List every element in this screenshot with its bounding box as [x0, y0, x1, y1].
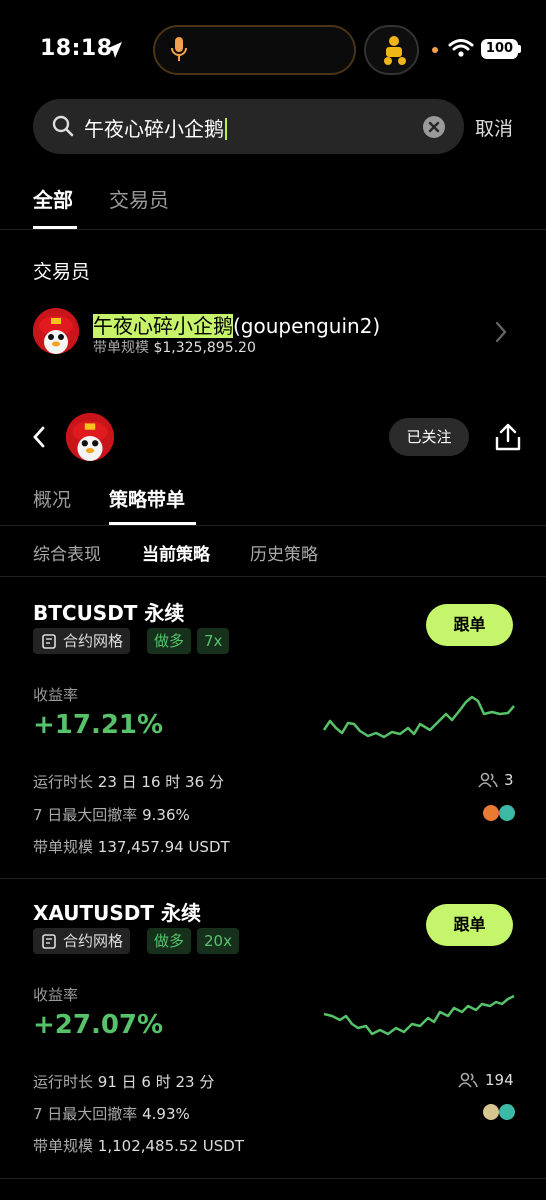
share-icon[interactable]	[494, 422, 522, 452]
trader-scale-value: $1,325,895.20	[153, 340, 256, 356]
drawdown-label: 7 日最大回撤率	[33, 1105, 138, 1123]
scale-label: 带单规模	[33, 838, 94, 856]
strategy-pair: BTCUSDT 永续	[33, 601, 185, 625]
drawdown-label: 7 日最大回撤率	[33, 806, 138, 824]
chevron-right-icon	[495, 321, 507, 343]
yield-value: +17.21%	[33, 710, 164, 740]
drawdown-value: 4.93%	[142, 1105, 190, 1123]
yield-label: 收益率	[33, 986, 79, 1004]
direction-tag: 做多	[147, 628, 192, 654]
gold-icon	[483, 1104, 499, 1120]
scale-row: 带单规模 137,457.94 USDT	[33, 836, 230, 857]
followers-icon	[458, 1072, 478, 1088]
avatar[interactable]	[33, 308, 79, 354]
tether-icon	[499, 1104, 515, 1120]
strategy-pair: XAUTUSDT 永续	[33, 901, 202, 925]
trader-name: 午夜心碎小企鹅(goupenguin2)	[93, 310, 380, 339]
privacy-indicator-dot	[432, 47, 438, 53]
strategy-type-tag: 合约网格	[33, 628, 131, 654]
trader-scale-label: 带单规模	[93, 340, 149, 356]
tab-all[interactable]: 全部	[33, 184, 73, 213]
followers-count: 3	[504, 771, 514, 789]
battery-icon: 100	[481, 39, 518, 59]
direction-tag: 做多	[147, 928, 192, 954]
strategy-type-label: 合约网格	[63, 932, 124, 950]
divider	[0, 1178, 546, 1179]
tab-overview[interactable]: 概况	[33, 485, 71, 512]
wifi-icon	[448, 39, 474, 57]
tab-strategy[interactable]: 策略带单	[109, 485, 185, 512]
trader-scale: 带单规模 $1,325,895.20	[93, 337, 256, 357]
tab-overall-performance[interactable]: 综合表现	[33, 540, 101, 565]
strategy-type-label: 合约网格	[63, 632, 124, 650]
scale-value: 1,102,485.52 USDT	[97, 1137, 244, 1155]
status-time: 18:18	[40, 36, 113, 61]
cancel-button[interactable]: 取消	[475, 114, 513, 141]
tether-icon	[499, 805, 515, 821]
section-title: 交易员	[33, 261, 91, 283]
search-query: 午夜心碎小企鹅	[84, 117, 224, 141]
drawdown-row: 7 日最大回撤率 9.36%	[33, 804, 190, 825]
trader-name-highlight: 午夜心碎小企鹅	[93, 314, 233, 338]
text-caret	[225, 118, 227, 140]
battery-tip	[518, 45, 521, 53]
yield-label: 收益率	[33, 686, 79, 704]
search-icon	[52, 115, 74, 137]
leverage-tag: 20x	[197, 928, 239, 954]
copy-trade-button[interactable]: 跟单	[426, 904, 513, 946]
tab-traders[interactable]: 交易员	[109, 184, 169, 213]
divider	[0, 525, 546, 526]
location-arrow-icon	[106, 42, 122, 58]
runtime-label: 运行时长	[33, 1073, 94, 1091]
yield-value: +27.07%	[33, 1010, 164, 1040]
strategy-type-tag: 合约网格	[33, 928, 131, 954]
scale-label: 带单规模	[33, 1137, 94, 1155]
microphone-icon	[171, 37, 187, 61]
leverage-tag: 7x	[197, 628, 230, 654]
delivery-app-icon	[384, 36, 406, 65]
yield-sparkline	[323, 994, 515, 1036]
drawdown-row: 7 日最大回撤率 4.93%	[33, 1103, 190, 1124]
runtime-value: 23 日 16 时 36 分	[97, 773, 224, 791]
trader-handle: (goupenguin2)	[233, 314, 381, 338]
copy-trade-button[interactable]: 跟单	[426, 604, 513, 646]
followed-button[interactable]: 已关注	[389, 418, 469, 456]
bitcoin-icon	[483, 805, 499, 821]
divider	[0, 229, 546, 230]
back-icon[interactable]	[31, 425, 47, 449]
runtime-row: 运行时长 23 日 16 时 36 分	[33, 771, 224, 792]
scale-value: 137,457.94 USDT	[97, 838, 230, 856]
followers-count: 194	[485, 1071, 514, 1089]
followers-icon	[478, 772, 498, 788]
tab-history-strategy[interactable]: 历史策略	[250, 540, 318, 565]
scale-row: 带单规模 1,102,485.52 USDT	[33, 1135, 244, 1156]
clear-icon[interactable]	[423, 116, 445, 138]
search-input[interactable]: 午夜心碎小企鹅	[84, 113, 227, 142]
yield-sparkline	[322, 695, 515, 739]
grid-document-icon	[42, 634, 56, 649]
tab-current-strategy[interactable]: 当前策略	[142, 540, 210, 565]
runtime-row: 运行时长 91 日 6 时 23 分	[33, 1071, 214, 1092]
drawdown-value: 9.36%	[142, 806, 190, 824]
runtime-value: 91 日 6 时 23 分	[97, 1073, 215, 1091]
runtime-label: 运行时长	[33, 773, 94, 791]
profile-avatar	[66, 413, 114, 461]
grid-document-icon	[42, 934, 56, 949]
